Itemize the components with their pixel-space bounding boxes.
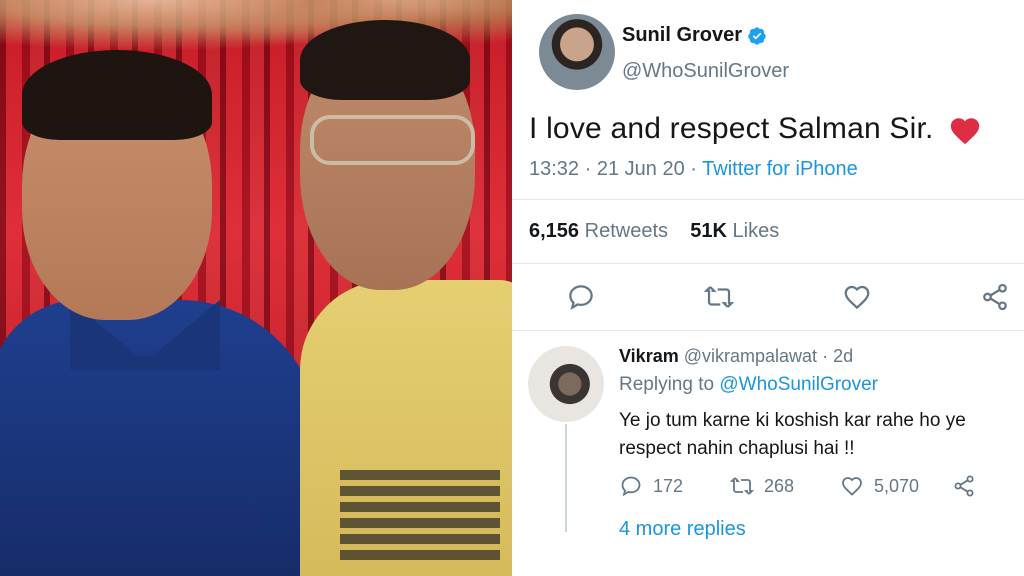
reply-author-name[interactable]: Vikram <box>619 346 679 366</box>
reply-reply-button[interactable]: 172 <box>619 474 683 498</box>
reply-replies-count: 172 <box>653 475 684 496</box>
replying-to: Replying to @WhoSunilGrover <box>619 374 878 396</box>
reply-age[interactable]: 2d <box>833 346 853 366</box>
divider <box>512 199 1024 200</box>
meta-separator: · <box>690 158 697 180</box>
heart-outline-icon <box>844 285 870 310</box>
retweets-stat[interactable]: 6,156 Retweets <box>529 220 668 242</box>
red-heart-emoji-icon <box>950 118 980 145</box>
tweet-card: Sunil Grover @WhoSunilGrover I love and … <box>512 0 1024 576</box>
person-left-hair <box>22 50 212 140</box>
tweet-time[interactable]: 13:32 <box>529 158 579 180</box>
like-button[interactable] <box>842 282 872 312</box>
reply-icon <box>569 285 593 310</box>
tweet-text: I love and respect Salman Sir. <box>529 112 934 145</box>
reply-author-avatar[interactable] <box>528 346 604 422</box>
photo <box>0 0 512 576</box>
reply-text: Ye jo tum karne ki koshish kar rahe ho y… <box>619 410 966 459</box>
reply-share-button[interactable] <box>952 474 976 498</box>
reply-likes-count: 5,070 <box>874 475 920 496</box>
retweet-icon <box>730 477 754 495</box>
person-left-shirt <box>0 300 320 576</box>
meta-separator: · <box>584 158 592 180</box>
thread-line <box>565 424 567 532</box>
reply-author-handle[interactable]: @vikrampalawat <box>684 346 817 366</box>
shirt-print <box>340 470 500 560</box>
author-name[interactable]: Sunil Grover <box>622 24 742 47</box>
reply-button[interactable] <box>566 282 596 312</box>
retweet-button[interactable] <box>703 282 735 312</box>
reply-header: Vikram @vikrampalawat · 2d <box>619 346 853 367</box>
replying-to-handle[interactable]: @WhoSunilGrover <box>719 374 878 395</box>
reply-like-button[interactable]: 5,070 <box>840 474 919 498</box>
meta-separator: · <box>822 346 829 366</box>
divider <box>512 263 1024 264</box>
tweet-source[interactable]: Twitter for iPhone <box>702 158 858 180</box>
likes-stat[interactable]: 51K Likes <box>690 220 779 242</box>
retweet-icon <box>703 286 735 308</box>
glasses <box>310 115 475 165</box>
tweet-stats: 6,156 Retweets 51K Likes <box>529 220 779 243</box>
heart-outline-icon <box>842 477 862 496</box>
tweet-date[interactable]: 21 Jun 20 <box>597 158 685 180</box>
verified-badge-icon <box>748 27 766 45</box>
more-replies-link[interactable]: 4 more replies <box>619 518 746 541</box>
replying-prefix: Replying to <box>619 374 715 395</box>
share-icon <box>954 475 974 497</box>
tweet-meta: 13:32 · 21 Jun 20 · Twitter for iPhone <box>529 158 858 181</box>
share-button[interactable] <box>980 282 1010 312</box>
author-handle[interactable]: @WhoSunilGrover <box>622 60 789 83</box>
reply-retweet-button[interactable]: 268 <box>730 474 794 498</box>
person-right-hair <box>300 20 470 100</box>
reply-icon <box>621 476 641 497</box>
author-avatar[interactable] <box>539 14 615 90</box>
share-icon <box>983 283 1007 311</box>
divider <box>512 330 1024 331</box>
reply-retweets-count: 268 <box>764 475 795 496</box>
